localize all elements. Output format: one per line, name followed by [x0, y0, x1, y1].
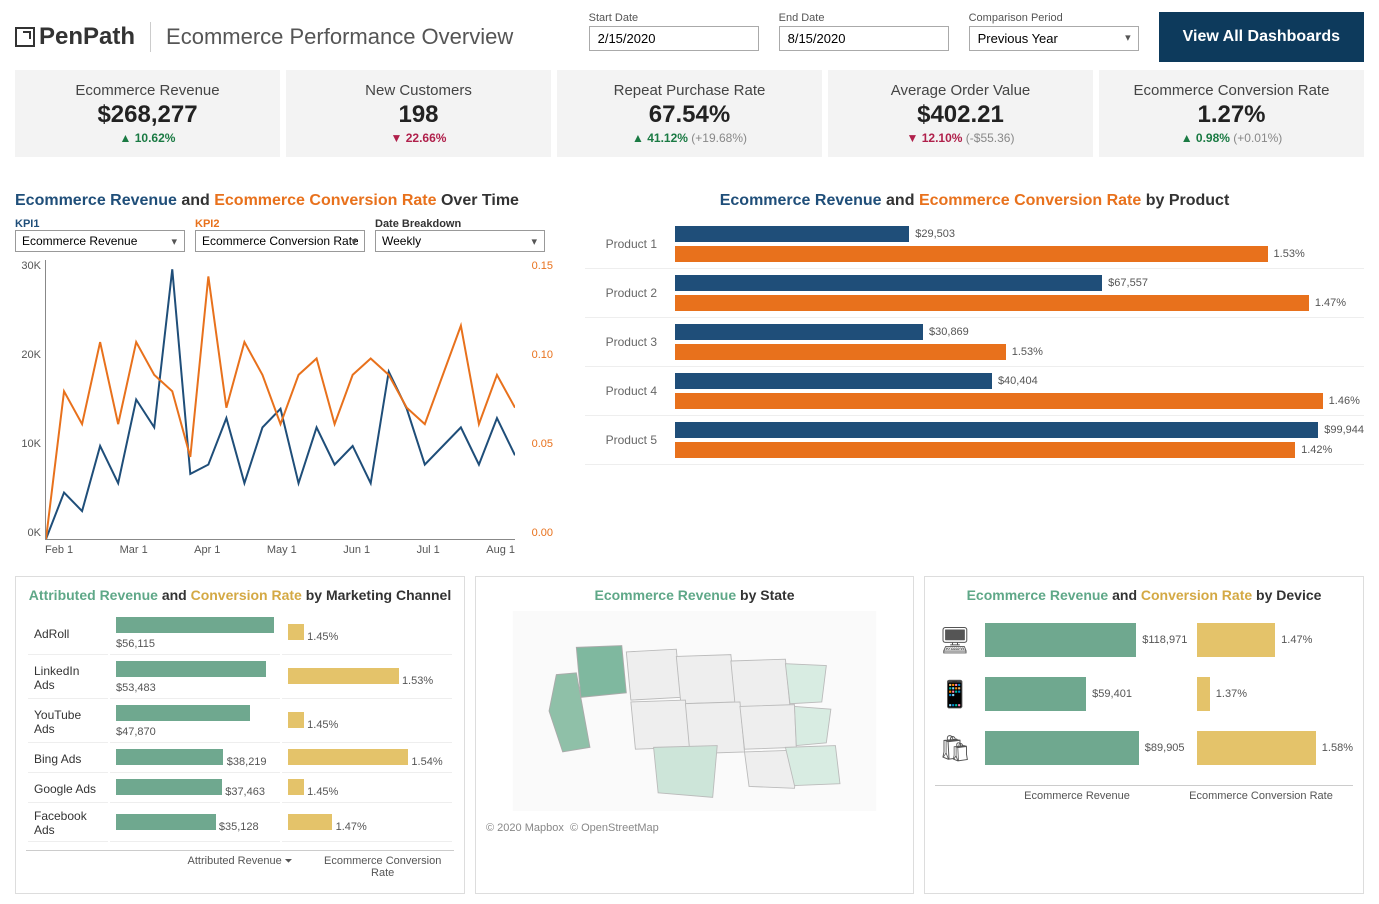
kpi-title: Ecommerce Revenue: [35, 82, 260, 99]
marketing-row[interactable]: Google Ads $37,463 1.45%: [28, 775, 452, 803]
kpi1-select[interactable]: [15, 230, 185, 252]
product-label: Product 3: [585, 335, 665, 349]
kpi-delta: 41.12% (+19.68%): [577, 131, 802, 145]
kpi-card[interactable]: Ecommerce Revenue $268,277 10.62%: [15, 70, 280, 157]
product-row[interactable]: Product 4 $40,404 1.46%: [585, 367, 1364, 416]
marketing-bar-chart[interactable]: AdRoll $56,115 1.45%LinkedIn Ads $53,483…: [26, 611, 454, 844]
marketing-row[interactable]: AdRoll $56,115 1.45%: [28, 613, 452, 655]
kpi-value: 198: [306, 101, 531, 129]
end-date-input[interactable]: [779, 26, 949, 51]
product-row[interactable]: Product 5 $99,944 1.42%: [585, 416, 1364, 465]
comparison-label: Comparison Period: [969, 12, 1139, 24]
logo-icon: [15, 27, 35, 47]
header-divider: [150, 22, 151, 52]
kpi-card[interactable]: Average Order Value $402.21 12.10% (-$55…: [828, 70, 1093, 157]
kpi2-label: KPI2: [195, 218, 365, 230]
product-bar-chart[interactable]: Product 1 $29,503 1.53% Product 2 $67,55…: [585, 220, 1364, 465]
comparison-select[interactable]: [969, 26, 1139, 51]
marketing-row[interactable]: LinkedIn Ads $53,483 1.53%: [28, 657, 452, 699]
state-chart-title: Ecommerce Revenue by State: [486, 587, 903, 603]
kpi-card[interactable]: Ecommerce Conversion Rate 1.27% 0.98% (+…: [1099, 70, 1364, 157]
product-label: Product 4: [585, 384, 665, 398]
kpi-value: $402.21: [848, 101, 1073, 129]
kpi2-select[interactable]: [195, 230, 365, 252]
product-label: Product 1: [585, 237, 665, 251]
overtime-line-chart[interactable]: 30K20K10K0K 0.150.100.050.00: [45, 260, 515, 540]
brand-name: PenPath: [39, 23, 135, 51]
marketing-legend-conversion: Ecommerce Conversion Rate: [311, 851, 454, 883]
marketing-row[interactable]: YouTube Ads $47,870 1.45%: [28, 701, 452, 743]
end-date-label: End Date: [779, 12, 949, 24]
kpi-delta: 12.10% (-$55.36): [848, 131, 1073, 145]
device-row[interactable]: 📱 $59,401 1.37%: [935, 677, 1353, 711]
device-chart-title: Ecommerce Revenue and Conversion Rate by…: [935, 587, 1353, 603]
store-icon: 🛍: [935, 733, 975, 764]
kpi1-label: KPI1: [15, 218, 185, 230]
product-row[interactable]: Product 1 $29,503 1.53%: [585, 220, 1364, 269]
product-chart-title: Ecommerce Revenue and Ecommerce Conversi…: [585, 192, 1364, 210]
date-breakdown-label: Date Breakdown: [375, 218, 545, 230]
kpi-title: Average Order Value: [848, 82, 1073, 99]
marketing-row[interactable]: Bing Ads $38,219 1.54%: [28, 745, 452, 773]
map-attribution: © 2020 Mapbox © OpenStreetMap: [486, 822, 903, 834]
kpi-card[interactable]: New Customers 198 22.66%: [286, 70, 551, 157]
brand-logo: PenPath: [15, 23, 135, 51]
product-label: Product 5: [585, 433, 665, 447]
date-breakdown-select[interactable]: [375, 230, 545, 252]
marketing-chart-title: Attributed Revenue and Conversion Rate b…: [26, 587, 454, 603]
kpi-card[interactable]: Repeat Purchase Rate 67.54% 41.12% (+19.…: [557, 70, 822, 157]
kpi-title: Repeat Purchase Rate: [577, 82, 802, 99]
device-row[interactable]: 🛍 $89,905 1.58%: [935, 731, 1353, 765]
kpi-title: Ecommerce Conversion Rate: [1119, 82, 1344, 99]
mobile-icon: 📱: [935, 679, 975, 710]
marketing-legend-revenue[interactable]: Attributed Revenue: [169, 851, 312, 883]
device-legend-conversion: Ecommerce Conversion Rate: [1169, 786, 1353, 806]
overtime-chart-title: Ecommerce Revenue and Ecommerce Conversi…: [15, 192, 555, 210]
start-date-input[interactable]: [589, 26, 759, 51]
page-title: Ecommerce Performance Overview: [166, 24, 513, 50]
kpi-title: New Customers: [306, 82, 531, 99]
kpi-value: $268,277: [35, 101, 260, 129]
start-date-label: Start Date: [589, 12, 759, 24]
product-label: Product 2: [585, 286, 665, 300]
kpi-value: 1.27%: [1119, 101, 1344, 129]
device-row[interactable]: 🖥 $118,971 1.47%: [935, 623, 1353, 657]
product-row[interactable]: Product 2 $67,557 1.47%: [585, 269, 1364, 318]
kpi-delta: 22.66%: [306, 131, 531, 145]
kpi-value: 67.54%: [577, 101, 802, 129]
kpi-delta: 10.62%: [35, 131, 260, 145]
desktop-icon: 🖥: [935, 625, 975, 656]
marketing-row[interactable]: Facebook Ads $35,128 1.47%: [28, 805, 452, 842]
device-bar-chart[interactable]: 🖥 $118,971 1.47% 📱 $59,401 1.37% 🛍 $89,905…: [935, 623, 1353, 765]
product-row[interactable]: Product 3 $30,869 1.53%: [585, 318, 1364, 367]
device-legend-revenue: Ecommerce Revenue: [985, 786, 1169, 806]
state-map[interactable]: [486, 611, 903, 811]
kpi-delta: 0.98% (+0.01%): [1119, 131, 1344, 145]
view-all-dashboards-button[interactable]: View All Dashboards: [1159, 12, 1364, 62]
